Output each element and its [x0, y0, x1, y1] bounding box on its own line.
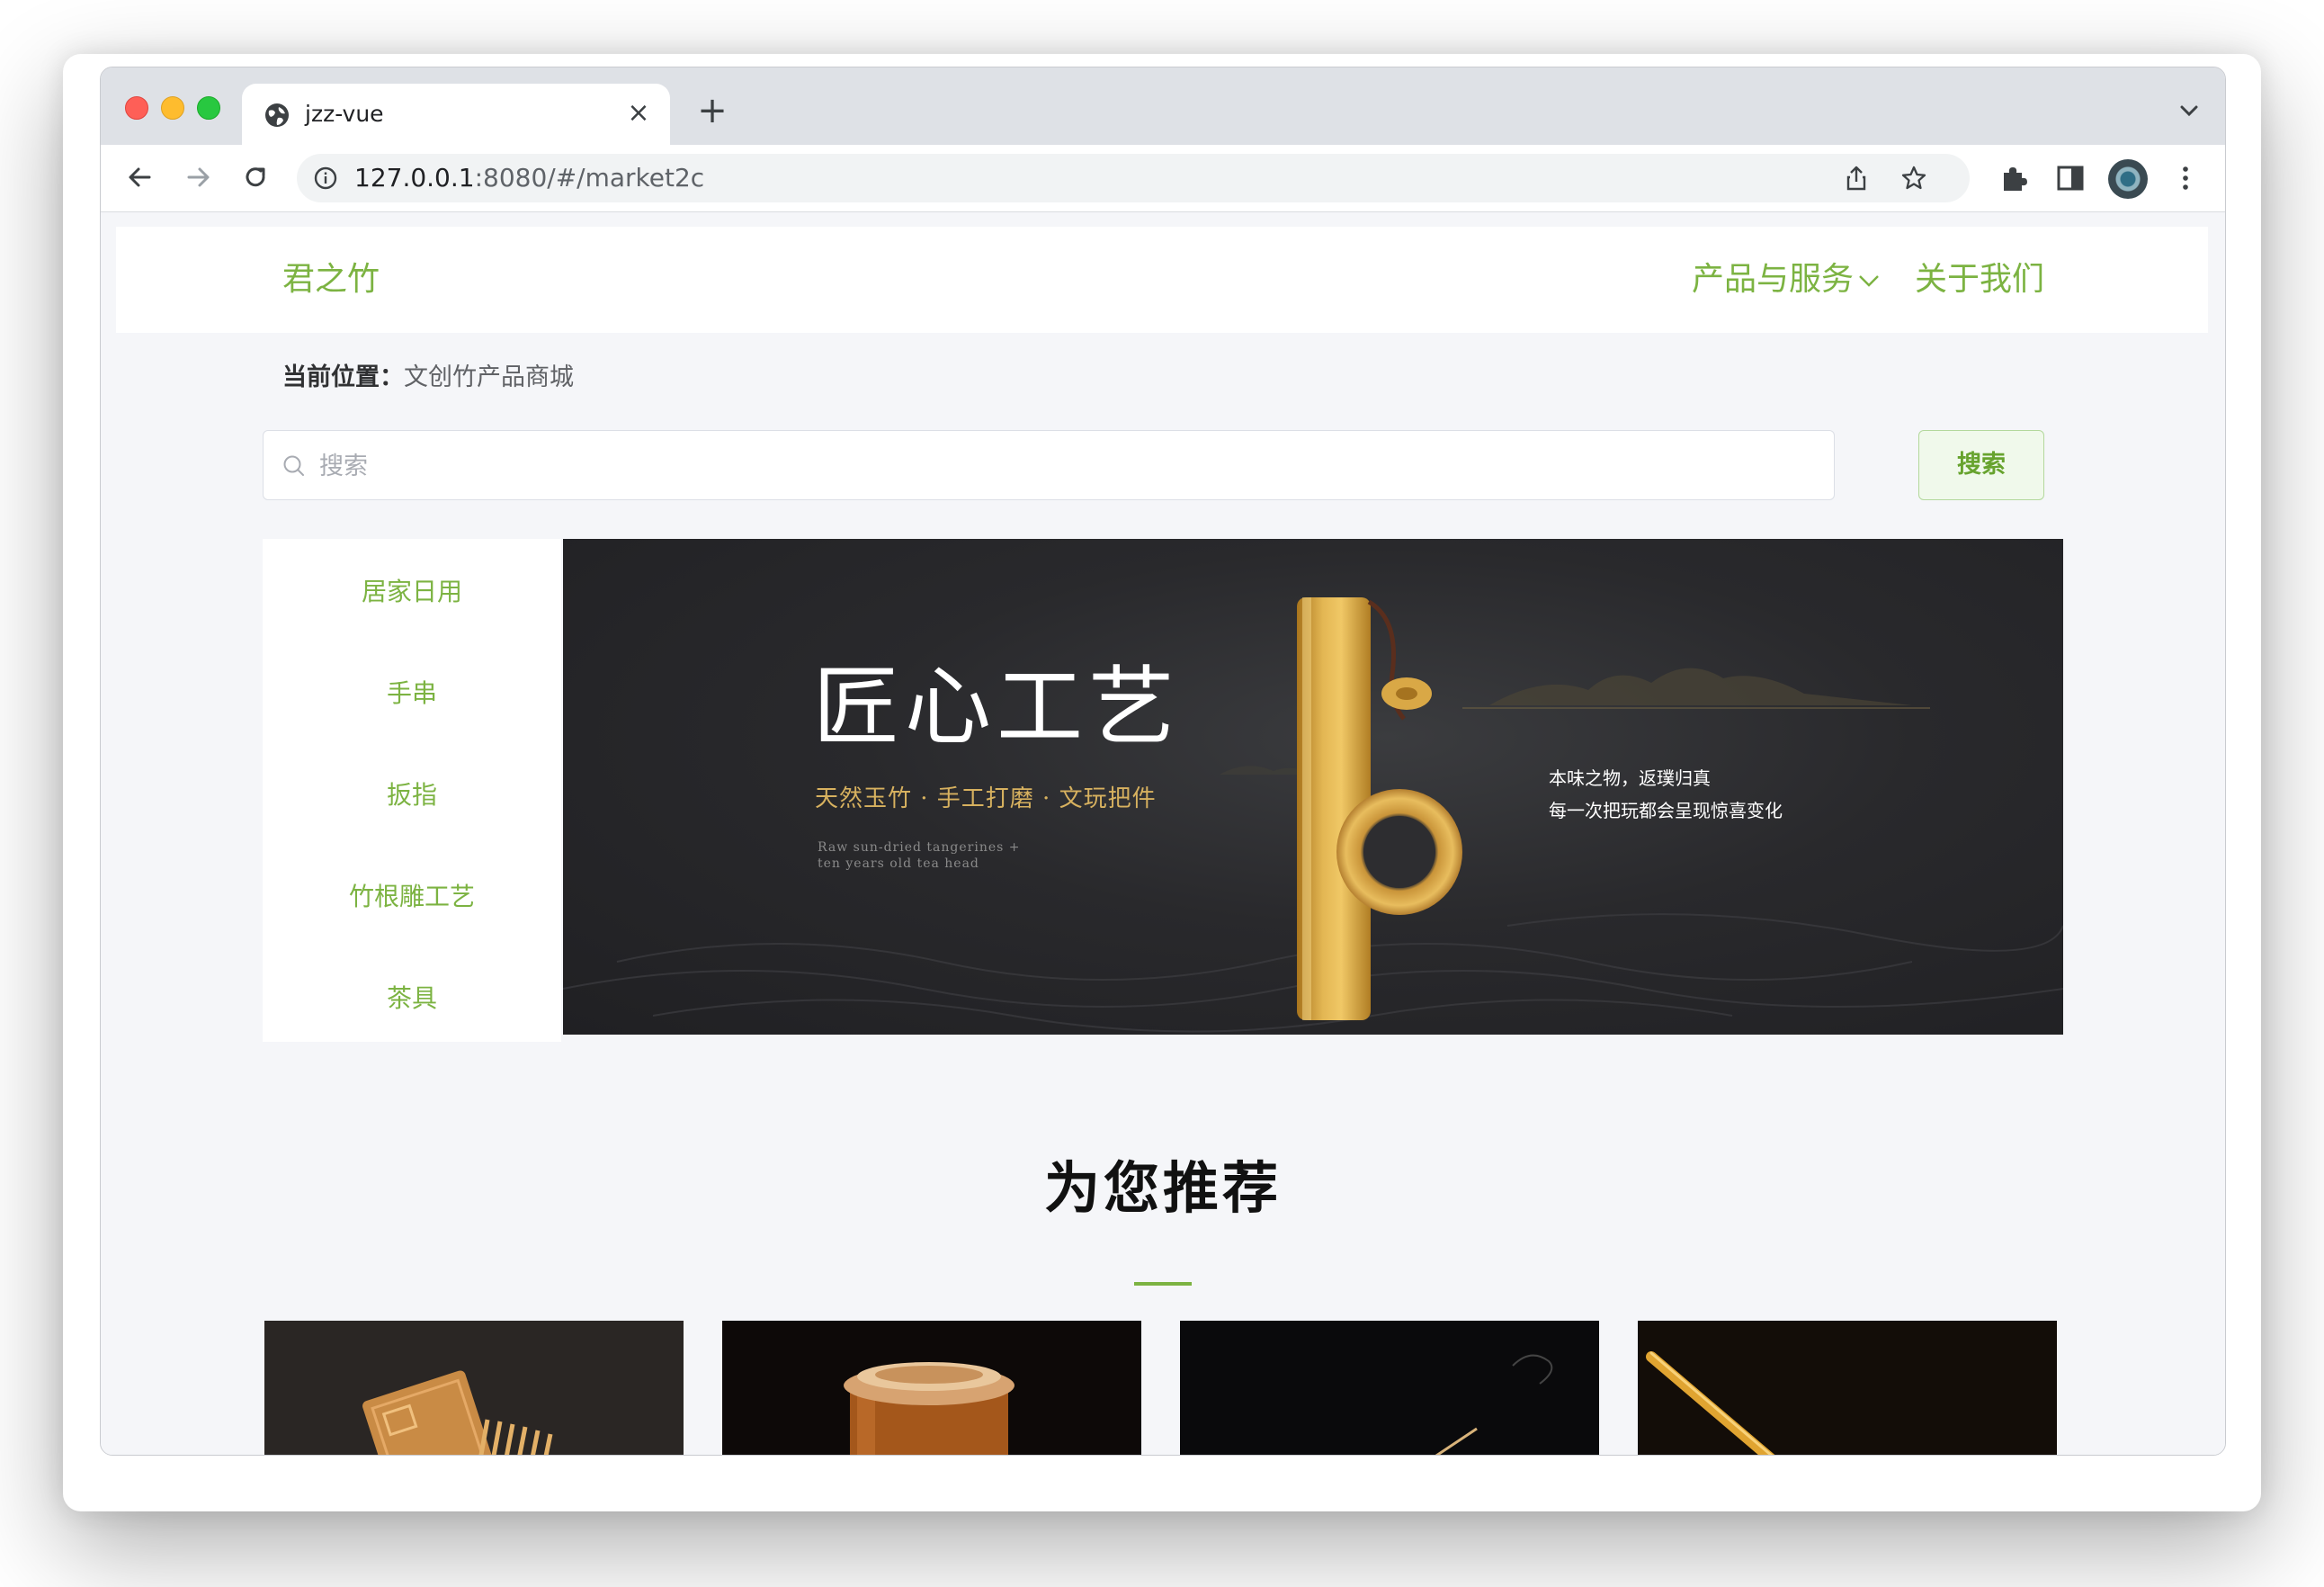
category-item[interactable]: 竹根雕工艺 [263, 870, 561, 924]
product-image [264, 1321, 684, 1455]
new-tab-icon[interactable]: + [694, 93, 730, 129]
site-logo[interactable]: 君之竹 [282, 259, 380, 300]
browser-toolbar: 127.0.0.1:8080/#/market2c [101, 145, 2225, 212]
search-button[interactable]: 搜索 [1918, 430, 2044, 500]
tab-strip: jzz-vue × + [101, 67, 2225, 145]
browser-tab[interactable]: jzz-vue × [242, 84, 670, 145]
banner-tagline-1: 本味之物，返璞归真 [1549, 767, 1711, 789]
info-icon[interactable] [313, 166, 338, 191]
category-item[interactable]: 扳指 [263, 768, 561, 822]
banner-title: 匠心工艺 [813, 657, 1180, 758]
url-host: 127.0.0.1 [354, 163, 475, 193]
banner-subtitle: 天然玉竹 · 手工打磨 · 文玩把件 [815, 785, 1157, 812]
product-card[interactable] [1638, 1321, 2057, 1455]
product-card[interactable] [722, 1321, 1141, 1455]
banner-tagline-2: 每一次把玩都会呈现惊喜变化 [1549, 800, 1783, 821]
chevron-down-icon[interactable] [2177, 98, 2202, 123]
category-item[interactable]: 居家日用 [263, 565, 561, 619]
banner-artwork [563, 597, 2063, 1033]
category-item[interactable]: 茶具 [263, 972, 561, 1026]
nav-products-services[interactable]: 产品与服务 [1692, 259, 1881, 300]
close-window-button[interactable] [125, 96, 148, 120]
breadcrumb: 当前位置：文创竹产品商城 [282, 363, 574, 393]
tab-title: jzz-vue [305, 101, 384, 127]
promo-banner[interactable]: 匠心工艺 天然玉竹 · 手工打磨 · 文玩把件 Raw sun-dried ta… [563, 539, 2063, 1035]
chevron-down-icon [1859, 275, 1879, 287]
search-field[interactable] [263, 430, 1835, 500]
globe-icon [265, 103, 289, 127]
forward-arrow-icon[interactable] [180, 159, 216, 195]
url-text: 127.0.0.1:8080/#/market2c [354, 163, 704, 193]
share-icon[interactable] [1842, 164, 1871, 193]
category-menu: 居家日用 手串 扳指 竹根雕工艺 茶具 [263, 539, 561, 1042]
minimize-window-button[interactable] [161, 96, 184, 120]
search-icon [283, 455, 304, 476]
breadcrumb-current: 文创竹产品商城 [404, 363, 574, 391]
product-image [1638, 1321, 2057, 1455]
product-image [1180, 1321, 1599, 1455]
search-input[interactable] [317, 444, 1814, 489]
site-header: 君之竹 产品与服务 关于我们 [116, 227, 2208, 333]
address-bar[interactable]: 127.0.0.1:8080/#/market2c [297, 154, 1970, 202]
browser-window: jzz-vue × + 127.0.0.1:8080/#/market2c 君之… [100, 67, 2226, 1456]
extensions-puzzle-icon[interactable] [1997, 162, 2029, 194]
back-arrow-icon[interactable] [122, 159, 158, 195]
product-card[interactable] [264, 1321, 684, 1455]
nav-products-label: 产品与服务 [1692, 261, 1855, 298]
heading-underline [1134, 1282, 1192, 1286]
banner-english-text: Raw sun-dried tangerines + ten years old… [818, 840, 1021, 871]
category-item[interactable]: 手串 [263, 667, 561, 721]
product-image [722, 1321, 1141, 1455]
breadcrumb-label: 当前位置： [282, 363, 404, 391]
side-panel-icon[interactable] [2054, 162, 2087, 194]
recommend-heading: 为您推荐 [1043, 1155, 1282, 1221]
nav-about-us[interactable]: 关于我们 [1915, 259, 2044, 300]
maximize-window-button[interactable] [197, 96, 220, 120]
more-menu-icon[interactable] [2169, 162, 2202, 194]
product-card[interactable] [1180, 1321, 1599, 1455]
page-content: 君之竹 产品与服务 关于我们 当前位置：文创竹产品商城 搜索 居家日用 手串 扳… [101, 212, 2225, 1455]
profile-avatar[interactable] [2108, 159, 2148, 199]
bookmark-star-icon[interactable] [1899, 164, 1928, 193]
url-path: :8080/#/market2c [474, 163, 705, 193]
tab-close-icon[interactable]: × [623, 98, 654, 129]
reload-icon[interactable] [237, 159, 273, 195]
